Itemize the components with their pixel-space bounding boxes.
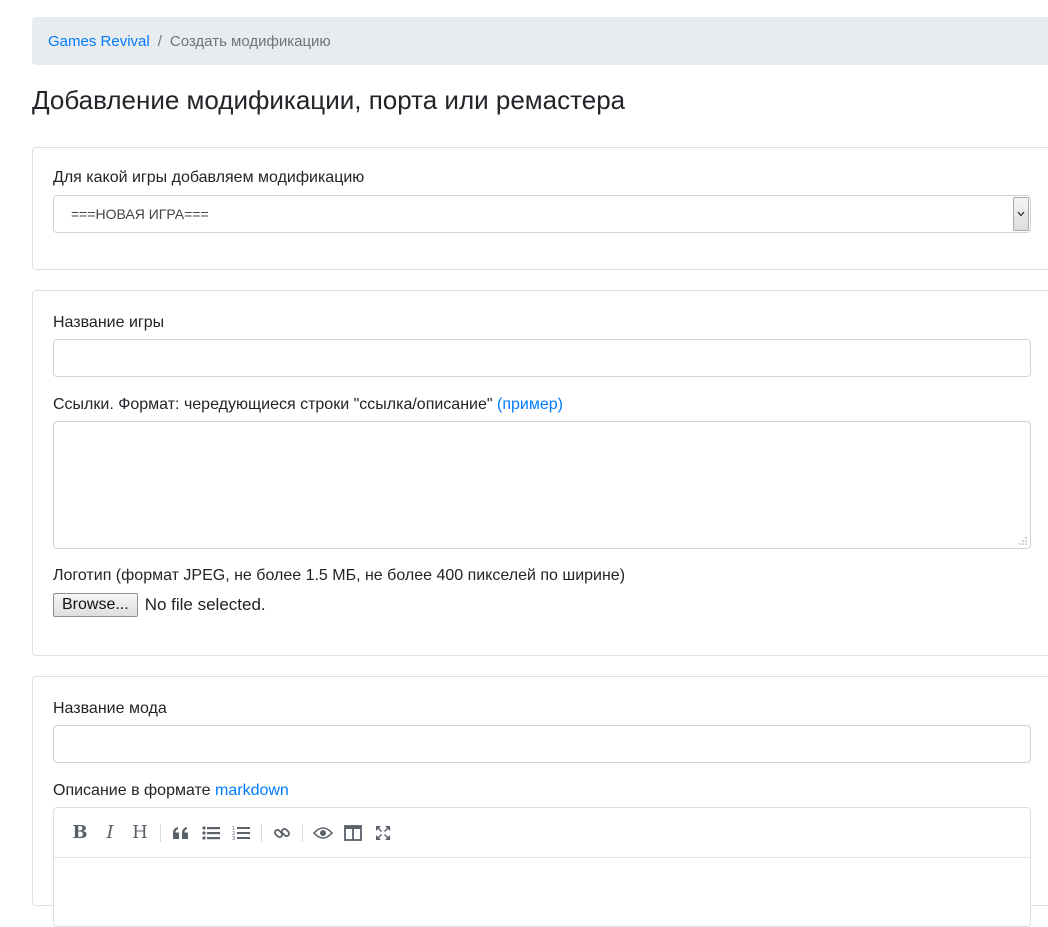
game-select-label: Для какой игры добавляем модификацию <box>53 169 365 186</box>
game-name-label: Название игры <box>53 314 165 331</box>
bold-icon[interactable]: B <box>68 821 92 845</box>
description-label: Описание в формате markdown <box>53 782 289 800</box>
breadcrumb-separator: / <box>157 32 162 50</box>
new-game-card: Название игры Ссылки. Формат: чередующие… <box>32 290 1048 656</box>
preview-icon[interactable] <box>311 821 335 845</box>
toolbar-divider <box>302 823 303 842</box>
logo-file-input[interactable]: Browse... No file selected. <box>53 593 266 617</box>
breadcrumb-current: Создать модификацию <box>169 32 331 50</box>
fullscreen-icon[interactable] <box>371 821 395 845</box>
toolbar-divider <box>261 823 262 842</box>
breadcrumb: Games Revival / Создать модификацию <box>32 17 1048 65</box>
mod-card: Название мода Описание в формате markdow… <box>32 676 1048 927</box>
game-select[interactable]: ===НОВАЯ ИГРА=== <box>53 195 1031 233</box>
page-title: Добавление модификации, порта или ремаст… <box>32 85 626 115</box>
breadcrumb-home-link[interactable]: Games Revival <box>48 33 150 50</box>
game-select-value: ===НОВАЯ ИГРА=== <box>71 206 209 222</box>
file-status: No file selected. <box>144 595 266 614</box>
markdown-editor[interactable]: B I H 1 2 3 <box>53 807 1031 927</box>
markdown-link[interactable]: markdown <box>215 782 289 799</box>
link-icon[interactable] <box>270 821 294 845</box>
links-label-text: Ссылки. Формат: чередующиеся строки "ссы… <box>53 396 493 413</box>
italic-icon[interactable]: I <box>98 821 122 845</box>
mod-name-input[interactable] <box>53 725 1031 763</box>
unordered-list-icon[interactable] <box>199 821 223 845</box>
links-example-link[interactable]: (пример) <box>497 396 563 413</box>
quote-icon[interactable] <box>169 821 193 845</box>
chevron-down-icon[interactable] <box>1013 197 1029 231</box>
links-textarea[interactable] <box>53 421 1031 549</box>
logo-label: Логотип (формат JPEG, не более 1.5 МБ, н… <box>53 567 626 584</box>
editor-toolbar: B I H 1 2 3 <box>54 808 1030 858</box>
svg-text:3: 3 <box>232 836 235 841</box>
description-label-text: Описание в формате <box>53 782 211 799</box>
links-label: Ссылки. Формат: чередующиеся строки "ссы… <box>53 396 563 414</box>
game-select-card: Для какой игры добавляем модификацию ===… <box>32 147 1048 270</box>
resize-grip-icon[interactable] <box>1018 536 1028 546</box>
mod-name-label: Название мода <box>53 700 167 717</box>
toolbar-divider <box>160 823 161 842</box>
game-name-input[interactable] <box>53 339 1031 377</box>
ordered-list-icon[interactable]: 1 2 3 <box>229 821 253 845</box>
browse-button[interactable]: Browse... <box>53 593 138 617</box>
heading-icon[interactable]: H <box>128 821 152 845</box>
side-by-side-icon[interactable] <box>341 821 365 845</box>
